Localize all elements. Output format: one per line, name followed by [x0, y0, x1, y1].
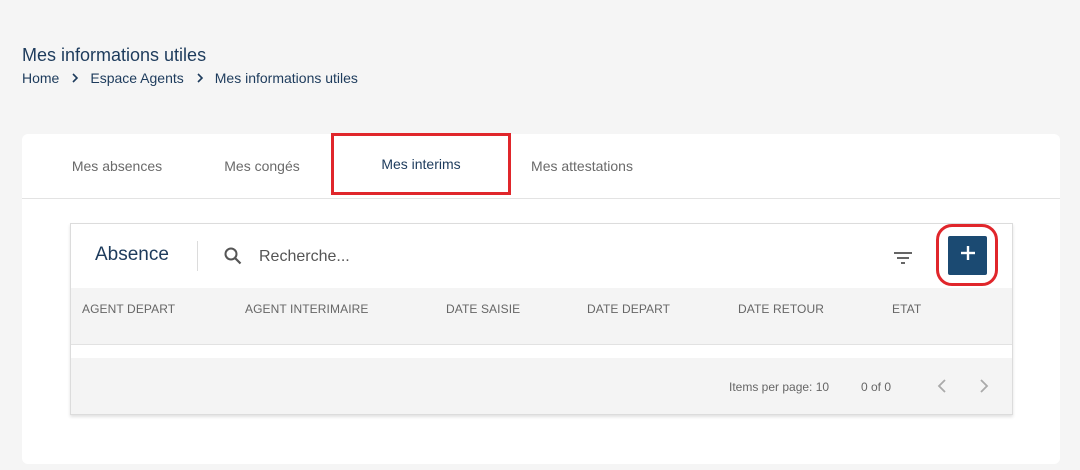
- breadcrumb: Home Espace Agents Mes informations util…: [22, 70, 358, 86]
- absence-table-card: Absence Recherche... AGENT DEPART AGENT …: [70, 223, 1013, 415]
- column-header-etat[interactable]: ETAT: [892, 302, 921, 316]
- tab-mes-conges[interactable]: Mes congés: [202, 134, 322, 198]
- search-input[interactable]: [257, 242, 821, 272]
- tab-bar: Mes absences Mes congés Mes interims Mes…: [22, 133, 1060, 199]
- column-header-agent-interimaire[interactable]: AGENT INTERIMAIRE: [245, 302, 369, 316]
- add-button[interactable]: [948, 236, 987, 275]
- chevron-right-icon: [71, 73, 79, 83]
- divider: [197, 241, 198, 271]
- paginator: Items per page: 10 0 of 0: [71, 358, 1012, 414]
- breadcrumb-home[interactable]: Home: [22, 70, 59, 86]
- column-header-date-saisie[interactable]: DATE SAISIE: [446, 302, 520, 316]
- tab-mes-interims[interactable]: Mes interims: [331, 133, 511, 195]
- filter-icon[interactable]: [891, 246, 915, 270]
- chevron-right-icon[interactable]: [973, 376, 993, 396]
- page-title: Mes informations utiles: [22, 45, 207, 65]
- column-header-agent-depart[interactable]: AGENT DEPART: [82, 302, 175, 316]
- tab-mes-attestations[interactable]: Mes attestations: [517, 134, 647, 198]
- chevron-right-icon: [196, 73, 204, 83]
- table-header-row: AGENT DEPART AGENT INTERIMAIRE DATE SAIS…: [71, 288, 1012, 345]
- column-header-date-depart[interactable]: DATE DEPART: [587, 302, 670, 316]
- column-header-date-retour[interactable]: DATE RETOUR: [738, 302, 824, 316]
- breadcrumb-current: Mes informations utiles: [214, 70, 358, 86]
- table-title: Absence: [95, 244, 169, 265]
- items-per-page[interactable]: Items per page: 10: [729, 380, 829, 394]
- page-range: 0 of 0: [861, 380, 892, 394]
- content-card: Mes absences Mes congés Mes interims Mes…: [22, 133, 1060, 464]
- chevron-left-icon[interactable]: [933, 376, 953, 396]
- tab-mes-absences[interactable]: Mes absences: [52, 134, 182, 198]
- search-icon: [223, 246, 243, 266]
- plus-icon: [960, 245, 976, 266]
- table-toolbar: Absence: [71, 224, 1012, 289]
- breadcrumb-espace-agents[interactable]: Espace Agents: [90, 70, 183, 86]
